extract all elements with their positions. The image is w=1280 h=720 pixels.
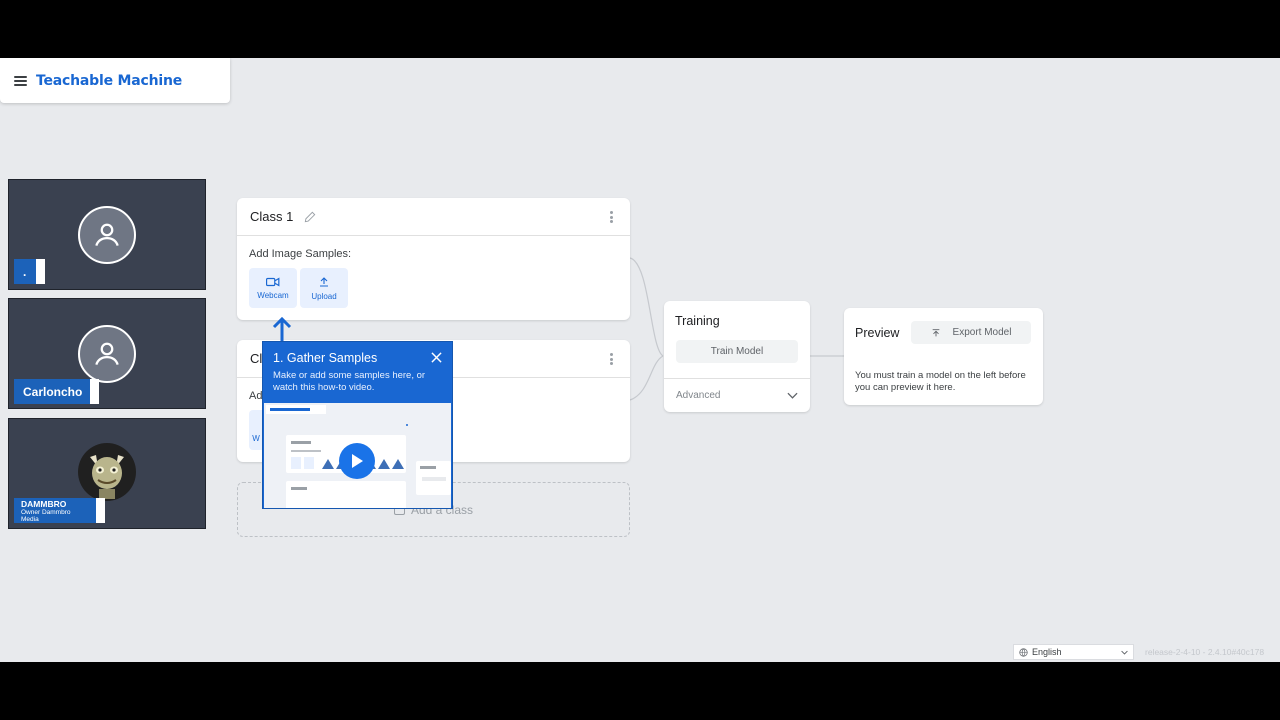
- export-model-button[interactable]: Export Model: [911, 321, 1031, 344]
- globe-icon: [1019, 647, 1028, 657]
- webcam-label: W: [252, 433, 260, 443]
- participant-tile: .: [8, 179, 206, 290]
- teachable-machine-app: Teachable Machine . Carloncho DAMMBRO Ow…: [0, 58, 1280, 662]
- class-name[interactable]: Cl: [250, 351, 262, 366]
- play-button[interactable]: [339, 443, 375, 479]
- chevron-down-icon: [1121, 650, 1128, 655]
- preview-title: Preview: [855, 326, 900, 340]
- app-title[interactable]: Teachable Machine: [36, 73, 182, 89]
- preview-note: You must train a model on the left befor…: [855, 370, 1026, 393]
- language-value: English: [1032, 647, 1062, 657]
- class-header: Class 1: [237, 198, 630, 236]
- chevron-down-icon: [787, 392, 798, 399]
- menu-icon[interactable]: [14, 75, 27, 86]
- upload-icon: [320, 276, 328, 287]
- user-avatar-icon: [78, 325, 136, 383]
- participant-name: .: [14, 259, 45, 284]
- tutorial-popup: 1. Gather Samples Make or add some sampl…: [262, 341, 453, 509]
- participant-tile: DAMMBRO Owner Dammbro Media: [8, 418, 206, 529]
- release-version: release-2-4-10 - 2.4.10#40c178: [1145, 647, 1265, 657]
- edit-icon[interactable]: [303, 210, 317, 224]
- participant-name-text: DAMMBRO: [21, 498, 67, 509]
- participant-tile: Carloncho: [8, 298, 206, 409]
- training-title: Training: [675, 314, 720, 328]
- export-model-label: Export Model: [952, 327, 1012, 338]
- export-icon: [932, 328, 939, 336]
- participant-name: DAMMBRO Owner Dammbro Media: [14, 498, 105, 523]
- participant-name: Carloncho: [14, 379, 99, 404]
- video-camera-icon: [266, 276, 280, 287]
- avatar: [78, 443, 136, 501]
- train-model-button[interactable]: Train Model: [676, 340, 798, 363]
- more-options-icon[interactable]: [610, 211, 614, 223]
- advanced-label: Advanced: [676, 390, 721, 401]
- webcam-button[interactable]: Webcam: [249, 268, 297, 308]
- tutorial-text: Make or add some samples here, or watch …: [273, 370, 426, 393]
- tutorial-title: 1. Gather Samples: [273, 351, 378, 365]
- user-avatar-icon: [78, 206, 136, 264]
- arrow-up-icon: [272, 316, 292, 343]
- training-panel: Training Train Model Advanced: [664, 301, 810, 412]
- add-samples-label: Add Image Samples:: [249, 248, 352, 260]
- close-icon[interactable]: [431, 352, 442, 363]
- class-card: Class 1 Add Image Samples: Webcam Upload: [237, 198, 630, 320]
- app-header: Teachable Machine: [0, 58, 230, 103]
- participant-name-text: .: [23, 264, 27, 279]
- play-icon: [352, 454, 363, 468]
- upload-button[interactable]: Upload: [300, 268, 348, 308]
- preview-panel: Preview Export Model You must train a mo…: [844, 308, 1043, 405]
- more-options-icon[interactable]: [610, 353, 614, 365]
- upload-label: Upload: [311, 291, 337, 301]
- language-select[interactable]: English: [1013, 644, 1134, 660]
- advanced-toggle[interactable]: Advanced: [664, 378, 810, 412]
- webcam-label: Webcam: [257, 290, 289, 300]
- tutorial-video[interactable]: [264, 403, 451, 508]
- class-name[interactable]: Class 1: [250, 209, 293, 224]
- participant-name-text: Carloncho: [23, 384, 83, 399]
- add-samples-label: Ad: [249, 390, 263, 402]
- participant-subtitle: Owner Dammbro Media: [21, 508, 71, 523]
